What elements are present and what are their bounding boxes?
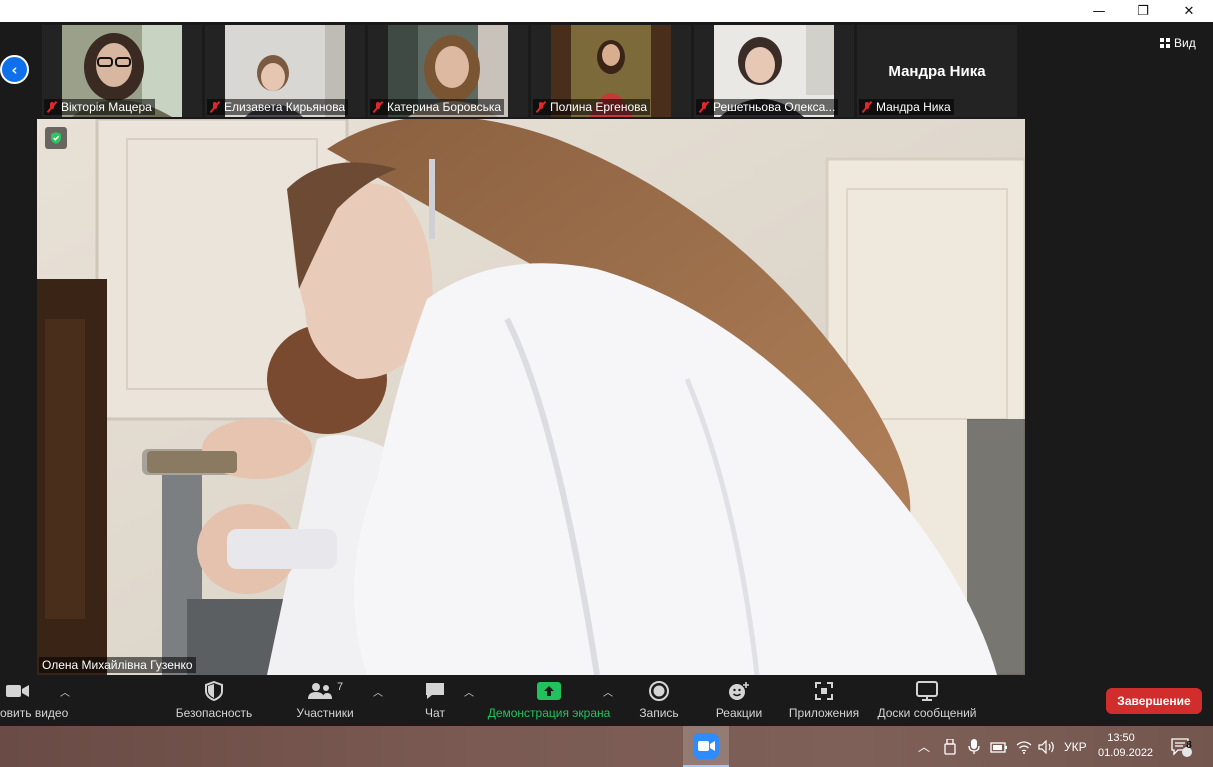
maximize-button[interactable]: ❐ bbox=[1120, 0, 1166, 22]
taskbar-clock[interactable]: 13:50 01.09.2022 bbox=[1098, 731, 1154, 761]
tray-language-indicator[interactable]: УКР bbox=[1064, 726, 1087, 767]
tray-volume-icon[interactable] bbox=[1038, 726, 1056, 767]
apps-button[interactable]: Приложения bbox=[785, 680, 863, 724]
close-button[interactable]: ✕ bbox=[1166, 0, 1212, 22]
chevron-up-icon: ︿ bbox=[918, 740, 931, 754]
mic-muted-icon bbox=[535, 101, 547, 113]
os-taskbar: ︿ УКР 13:50 01.09.2022 8 bbox=[0, 726, 1213, 767]
tray-mic-icon[interactable] bbox=[968, 726, 980, 767]
minimize-button[interactable]: — bbox=[1076, 0, 1122, 22]
grid-icon bbox=[1160, 38, 1170, 48]
tray-usb-icon[interactable] bbox=[944, 726, 956, 767]
record-button[interactable]: Запись bbox=[636, 680, 682, 724]
participant-tile[interactable]: Вікторія Мацера bbox=[42, 25, 202, 117]
view-label: Вид bbox=[1174, 36, 1196, 50]
start-video-label: овить видео bbox=[0, 706, 69, 720]
reactions-button[interactable]: Реакции bbox=[713, 680, 765, 724]
participants-options-caret[interactable]: ︿ bbox=[373, 684, 383, 699]
security-label: Безопасность bbox=[175, 706, 253, 720]
minimize-icon: — bbox=[1092, 3, 1106, 19]
participant-name-label: Катерина Боровська bbox=[370, 99, 505, 115]
microphone-icon bbox=[968, 738, 980, 754]
action-center-button[interactable]: 8 bbox=[1170, 726, 1192, 767]
meeting-toolbar: овить видео ︿ Безопасность 7 Участники ︿… bbox=[0, 676, 1213, 726]
collapse-strip-button[interactable]: ‹ bbox=[0, 55, 29, 84]
active-speaker-video[interactable]: Олена Михайлівна Гузенко bbox=[37, 119, 1025, 675]
participants-count: 7 bbox=[336, 681, 344, 693]
record-label: Запись bbox=[639, 706, 679, 720]
smiley-plus-icon bbox=[729, 682, 749, 700]
chat-options-caret[interactable]: ︿ bbox=[464, 684, 474, 699]
participant-tile[interactable]: Елизавета Кирьянова bbox=[205, 25, 365, 117]
whiteboard-icon bbox=[916, 681, 938, 701]
participant-tile[interactable]: Решетньова Олекса... bbox=[694, 25, 854, 117]
participant-tile[interactable]: Катерина Боровська bbox=[368, 25, 528, 117]
participant-tile[interactable]: Полина Ергенова bbox=[531, 25, 691, 117]
speaker-volume-icon bbox=[1038, 739, 1054, 754]
window-titlebar: — ❐ ✕ bbox=[0, 0, 1213, 22]
active-speaker-name: Олена Михайлівна Гузенко bbox=[39, 657, 196, 673]
participant-name-label: Полина Ергенова bbox=[533, 99, 651, 115]
chevron-left-icon: ‹ bbox=[11, 60, 18, 79]
chevron-up-icon: ︿ bbox=[60, 688, 70, 699]
chat-bubble-icon bbox=[426, 683, 444, 699]
share-screen-label: Демонстрация экрана bbox=[487, 706, 611, 720]
whiteboards-label: Доски сообщений bbox=[877, 706, 977, 720]
video-options-caret[interactable]: ︿ bbox=[60, 684, 70, 699]
participant-name-label: Елизавета Кирьянова bbox=[207, 99, 349, 115]
participant-tile[interactable]: Мандра Ника Мандра Ника bbox=[857, 25, 1017, 117]
shield-check-icon bbox=[51, 132, 61, 144]
mic-muted-icon bbox=[861, 101, 873, 113]
participants-icon bbox=[307, 683, 332, 699]
clock-time: 13:50 bbox=[1107, 732, 1135, 744]
apps-label: Приложения bbox=[788, 706, 860, 720]
zoom-app-icon bbox=[693, 732, 719, 759]
tray-overflow-button[interactable]: ︿ bbox=[918, 726, 930, 767]
shield-icon bbox=[205, 681, 223, 701]
participant-name-label: Мандра Ника bbox=[859, 99, 954, 115]
view-button[interactable]: Вид bbox=[1160, 35, 1196, 51]
whiteboards-button[interactable]: Доски сообщений bbox=[874, 680, 980, 724]
chevron-up-icon: ︿ bbox=[464, 688, 474, 699]
reactions-label: Реакции bbox=[715, 706, 763, 720]
wifi-icon bbox=[1016, 740, 1032, 754]
mic-muted-icon bbox=[209, 101, 221, 113]
tray-wifi-icon[interactable] bbox=[1016, 726, 1032, 767]
apps-icon bbox=[815, 682, 833, 700]
battery-charging-icon bbox=[990, 741, 1007, 753]
share-screen-icon bbox=[537, 682, 561, 700]
participant-name-label: Вікторія Мацера bbox=[44, 99, 155, 115]
chat-label: Чат bbox=[425, 706, 445, 720]
tray-battery-icon[interactable] bbox=[990, 726, 1008, 767]
chevron-up-icon: ︿ bbox=[603, 688, 613, 699]
mic-muted-icon bbox=[372, 101, 384, 113]
participants-label: Участники bbox=[296, 706, 354, 720]
close-icon: ✕ bbox=[1183, 3, 1195, 19]
video-camera-icon bbox=[6, 685, 29, 697]
mic-muted-icon bbox=[46, 101, 58, 113]
record-icon bbox=[649, 681, 669, 701]
chevron-up-icon: ︿ bbox=[373, 688, 383, 699]
share-screen-button[interactable]: Демонстрация экрана bbox=[486, 680, 612, 724]
taskbar-zoom-app[interactable] bbox=[683, 726, 729, 767]
notification-count: 8 bbox=[1186, 740, 1192, 751]
clock-date: 01.09.2022 bbox=[1098, 747, 1154, 759]
participant-display-name: Мандра Ника bbox=[888, 63, 986, 80]
mic-muted-icon bbox=[698, 101, 710, 113]
participant-name-label: Решетньова Олекса... bbox=[696, 99, 839, 115]
participants-button[interactable]: 7 Участники bbox=[292, 680, 358, 724]
usb-drive-icon bbox=[944, 738, 956, 755]
restore-icon: ❐ bbox=[1137, 3, 1149, 19]
security-button[interactable]: Безопасность bbox=[172, 680, 256, 724]
end-meeting-button[interactable]: Завершение bbox=[1106, 688, 1202, 714]
encryption-shield-badge[interactable] bbox=[45, 127, 67, 149]
chat-button[interactable]: Чат bbox=[418, 680, 452, 724]
share-options-caret[interactable]: ︿ bbox=[603, 684, 613, 699]
speaker-video-frame bbox=[37, 119, 1025, 675]
